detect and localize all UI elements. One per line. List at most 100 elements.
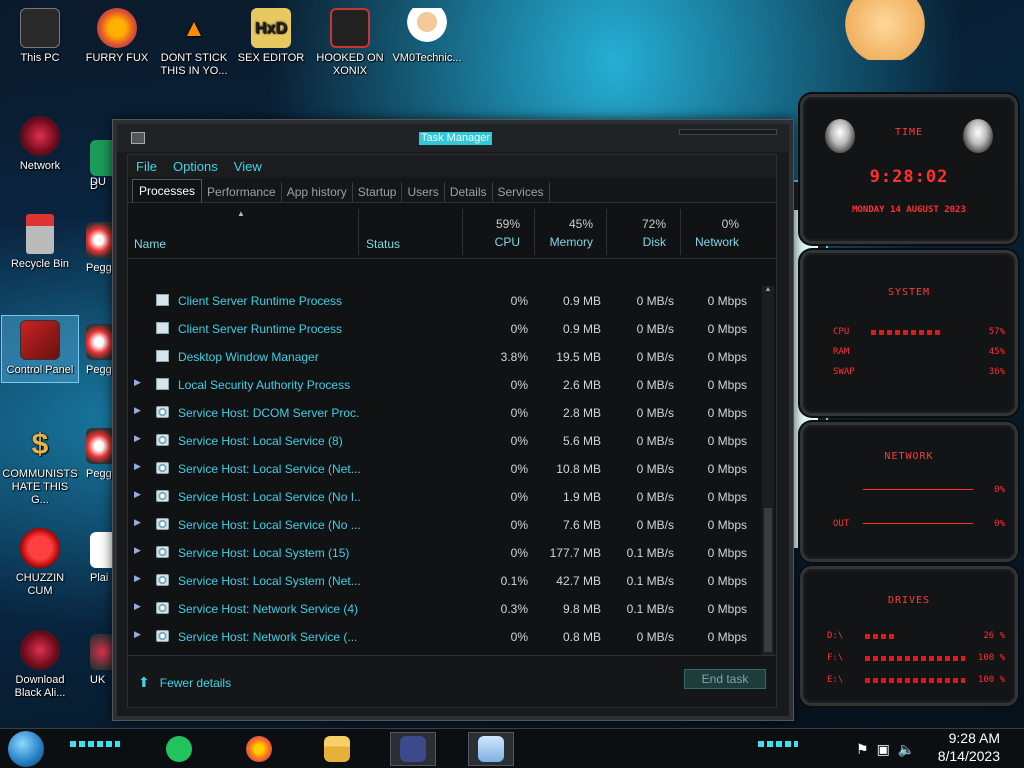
desktop-icon-this-pc[interactable]: This PC: [2, 8, 78, 65]
volume-icon[interactable]: 🔈: [898, 741, 915, 758]
table-row[interactable]: ▶ Local Security Authority Process 0% 2.6 M…: [128, 370, 760, 398]
table-row[interactable]: ▶ Service Host: Network Service (... 0% 0.8…: [128, 622, 760, 650]
menu-file[interactable]: File: [136, 159, 157, 174]
desktop-icon-vm0technic[interactable]: VM0Technic...: [389, 8, 465, 65]
desktop-icon-dont-stick[interactable]: ▲ DONT STICK THIS IN YO...: [156, 8, 232, 78]
scroll-up-icon[interactable]: ▲: [763, 286, 773, 296]
desktop-icon-hooked-on-xonix[interactable]: HOOKED ON XONIX: [312, 8, 388, 78]
window-title: Task Manager: [419, 132, 493, 145]
process-network: 0 Mbps: [707, 434, 747, 448]
desktop-icon-label: DONT STICK THIS IN YO...: [160, 52, 228, 77]
chevron-right-icon[interactable]: ▶: [134, 629, 141, 640]
gear-icon: [156, 630, 169, 642]
table-row[interactable]: ▶ Service Host: Local Service (No I... 0% 1…: [128, 482, 760, 510]
desktop-icon-furry-fux[interactable]: FURRY FUX: [79, 8, 155, 65]
process-disk: 0 MB/s: [636, 322, 674, 336]
tab-app-history[interactable]: App history: [282, 182, 353, 202]
tab-details[interactable]: Details: [445, 182, 493, 202]
process-cpu: 0%: [510, 630, 528, 644]
table-row[interactable]: ▶ Service Host: Local Service (Net... 0% 10…: [128, 454, 760, 482]
alien-head-icon: [825, 119, 855, 153]
network-gadget[interactable]: NETWORK 0% OUT 0%: [800, 422, 1018, 562]
taskbar-app-task-manager[interactable]: [468, 732, 514, 766]
desktop-icon-sex-editor[interactable]: HxD SEX EDITOR: [233, 8, 309, 65]
desktop-icon-label: CHUZZIN CUM: [15, 572, 65, 597]
table-row[interactable]: ▶ Service Host: DCOM Server Proc... 0% 2.8 …: [128, 398, 760, 426]
chevron-right-icon[interactable]: ▶: [134, 573, 141, 584]
desktop-icon-control-panel[interactable]: Control Panel: [1, 315, 79, 383]
window-icon: [156, 294, 169, 306]
chevron-right-icon[interactable]: ▶: [134, 377, 141, 388]
menu-options[interactable]: Options: [173, 159, 218, 174]
column-disk[interactable]: 72% Disk: [606, 209, 674, 255]
tab-users[interactable]: Users: [402, 182, 445, 202]
drive-d-stat: D:\ 26 %: [827, 631, 1005, 641]
end-task-button[interactable]: End task: [684, 669, 766, 689]
column-memory[interactable]: 45% Memory: [534, 209, 601, 255]
taskbar-app-file-explorer[interactable]: [314, 732, 360, 766]
desktop-icon-recycle-bin[interactable]: Recycle Bin: [2, 214, 78, 271]
desktop-icon-chuzzin-cum[interactable]: CHUZZIN CUM: [2, 528, 78, 598]
taskbar-app-control-panel[interactable]: [390, 732, 436, 766]
gear-icon: [156, 546, 169, 558]
fewer-details-button[interactable]: ⬆ Fewer details: [138, 674, 231, 691]
clock-gadget[interactable]: TIME 9:28:02 MONDAY 14 AUGUST 2023: [800, 94, 1018, 244]
chevron-right-icon[interactable]: ▶: [134, 489, 141, 500]
xonix-game-icon: [330, 8, 370, 48]
table-row[interactable]: ▶ Service Host: Network Service (4) 0.3% 9.…: [128, 594, 760, 622]
chevron-right-icon[interactable]: ▶: [134, 405, 141, 416]
desktop-icon-peggle[interactable]: Peggl: [86, 222, 112, 274]
task-manager-window[interactable]: Task Manager File Options View Processes…: [113, 120, 793, 720]
desktop-icon-network[interactable]: Network: [2, 116, 78, 173]
desktop-icon-peggle[interactable]: Peggl: [86, 324, 112, 376]
tab-startup[interactable]: Startup: [353, 182, 403, 202]
stat-label: SWAP: [833, 367, 855, 377]
chevron-right-icon[interactable]: ▶: [134, 601, 141, 612]
table-row[interactable]: Client Server Runtime Process 0% 0.9 MB 0 M…: [128, 286, 760, 314]
gear-icon: [156, 434, 169, 446]
chevron-right-icon[interactable]: ▶: [134, 433, 141, 444]
vertical-scrollbar[interactable]: ▲ ▼: [762, 286, 774, 664]
table-row[interactable]: ▶ Service Host: Local System (15) 0% 177.7 …: [128, 538, 760, 566]
title-bar[interactable]: Task Manager: [117, 124, 789, 152]
tab-processes[interactable]: Processes: [132, 179, 203, 202]
tab-services[interactable]: Services: [493, 182, 550, 202]
table-row[interactable]: Client Server Runtime Process 0% 0.9 MB 0 M…: [128, 314, 760, 342]
flag-icon[interactable]: ⚑: [856, 741, 869, 758]
money-bag-icon: $: [31, 427, 49, 461]
start-button[interactable]: [8, 731, 44, 767]
process-name: Service Host: Local Service (Net...: [178, 462, 360, 476]
process-cpu: 0%: [510, 322, 528, 336]
chevron-right-icon[interactable]: ▶: [134, 517, 141, 528]
column-name[interactable]: Name: [134, 237, 166, 251]
table-row[interactable]: ▶ Service Host: Local Service (8) 0% 5.6 MB…: [128, 426, 760, 454]
column-cpu[interactable]: 59% CPU: [462, 209, 528, 255]
desktop-icon-peggle[interactable]: Peggl: [86, 428, 112, 480]
scrollbar-thumb[interactable]: [764, 508, 772, 652]
table-row[interactable]: Desktop Window Manager 3.8% 19.5 MB 0 MB/s 0…: [128, 342, 760, 370]
tab-bar: Processes Performance App history Startu…: [128, 177, 776, 203]
process-disk: 0 MB/s: [636, 378, 674, 392]
menu-view[interactable]: View: [234, 159, 262, 174]
memory-total: 45%: [568, 217, 593, 231]
chevron-right-icon[interactable]: ▶: [134, 545, 141, 556]
system-gadget[interactable]: SYSTEM CPU 57% RAM 45% SWAP 36%: [800, 250, 1018, 416]
taskbar-app-notes[interactable]: [156, 732, 202, 766]
table-row[interactable]: ▶ Service Host: Local Service (No ... 0% 7.…: [128, 510, 760, 538]
drives-gadget[interactable]: DRIVES D:\ 26 % F:\ 100 % E:\ 100 %: [800, 566, 1018, 706]
chevron-right-icon[interactable]: ▶: [134, 461, 141, 472]
column-network[interactable]: 0% Network: [680, 209, 747, 255]
process-disk: 0 MB/s: [636, 350, 674, 364]
column-status[interactable]: Status: [366, 237, 400, 251]
desktop-icon-download-black-ali[interactable]: Download Black Ali...: [2, 630, 78, 700]
desktop-icon-communists[interactable]: $ COMMUNISTS HATE THIS G...: [2, 424, 78, 507]
network-label: Network: [694, 235, 739, 249]
taskbar-clock[interactable]: 9:28 AM 8/14/2023: [938, 729, 1000, 765]
process-network: 0 Mbps: [707, 378, 747, 392]
process-disk: 0 MB/s: [636, 406, 674, 420]
taskbar-app-firefox[interactable]: [236, 732, 282, 766]
table-row[interactable]: ▶ Service Host: Local System (Net... 0.1% 4…: [128, 566, 760, 594]
tab-performance[interactable]: Performance: [202, 182, 282, 202]
process-memory: 2.8 MB: [562, 406, 601, 420]
network-tray-icon[interactable]: ▣: [877, 741, 890, 758]
